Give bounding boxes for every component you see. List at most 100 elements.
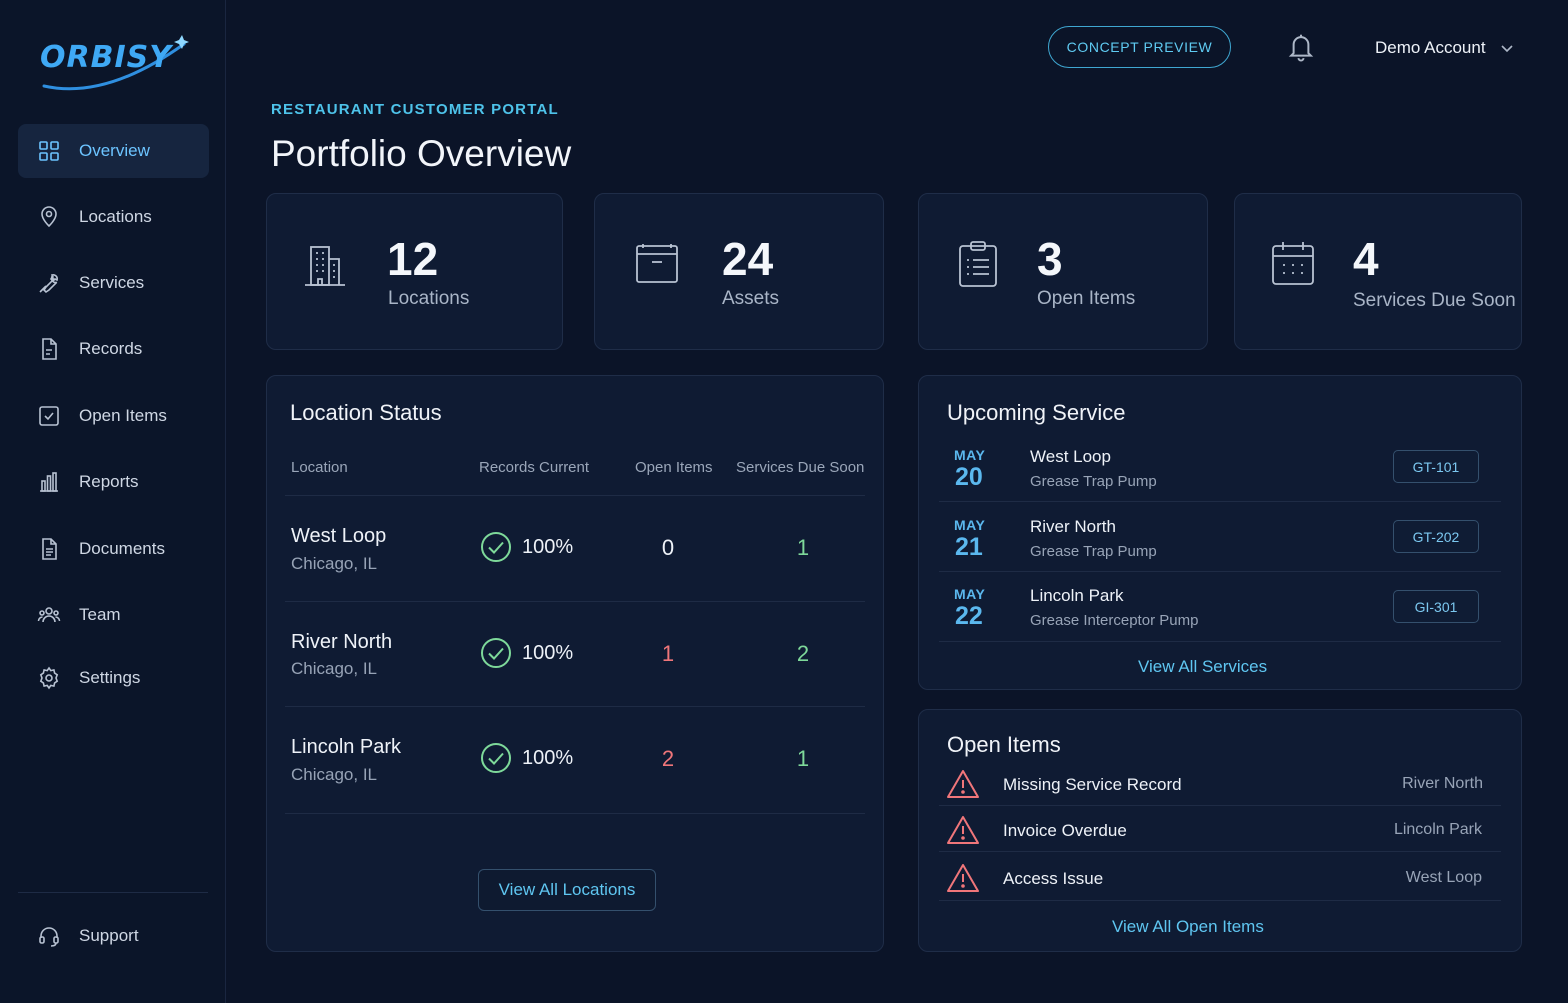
divider [939,805,1501,806]
panel-title: Upcoming Service [947,400,1126,425]
warning-icon [947,864,979,892]
stat-card-services-due[interactable]: 4 Services Due Soon [1234,193,1522,350]
grid-icon [37,139,61,163]
sidebar-item-reports[interactable]: Reports [18,455,209,509]
location-name: West Loop [291,525,387,547]
page-eyebrow: RESTAURANT CUSTOMER PORTAL [271,101,559,118]
location-name: Lincoln Park [291,736,402,758]
location-status-panel: Location Status Location Records Current… [266,375,884,952]
wrench-icon [37,271,61,295]
view-all-open-items-link[interactable]: View All Open Items [1112,917,1264,937]
stat-label: Locations [388,288,470,309]
panel-title: Location Status [290,400,442,425]
document-icon [37,537,61,561]
brand-logo[interactable]: ORBISY [36,30,196,96]
sidebar-item-label: Open Items [79,406,167,425]
sidebar-item-label: Settings [79,668,141,687]
account-menu[interactable]: Demo Account [1375,36,1514,60]
team-icon [37,603,61,627]
open-item-location: West Loop [1405,869,1482,886]
divider [939,851,1501,852]
sidebar: ORBISY Overview Locations Services Recor… [0,0,226,1003]
column-header-services-due: Services Due Soon [736,459,865,476]
panel-title: Open Items [947,732,1061,757]
records-current-value: 100% [522,642,574,664]
calendar-icon [1272,242,1314,285]
stat-card-assets[interactable]: 24 Assets [594,193,884,350]
check-circle-icon [481,638,511,668]
stat-label: Assets [722,288,780,309]
records-current-value: 100% [522,536,574,558]
sidebar-item-records[interactable]: Records [18,322,209,376]
notifications-bell-icon[interactable] [1286,31,1316,63]
divider [285,813,865,814]
view-all-services-link[interactable]: View All Services [1138,657,1267,677]
sidebar-item-services[interactable]: Services [18,256,209,310]
sidebar-item-locations[interactable]: Locations [18,190,209,244]
service-month: MAY [954,517,986,533]
sidebar-item-label: Reports [79,472,139,491]
gear-icon [37,666,61,690]
concept-preview-badge[interactable]: CONCEPT PREVIEW [1048,26,1231,68]
stat-card-locations[interactable]: 12 Locations [266,193,563,350]
open-item-location: Lincoln Park [1393,821,1482,838]
checkbox-icon [37,404,61,428]
sidebar-item-documents[interactable]: Documents [18,522,209,576]
service-type: Grease Trap Pump [1030,543,1157,560]
open-items-count: 1 [661,641,675,666]
records-current-value: 100% [522,747,574,769]
upcoming-service-panel: Upcoming Service MAY 20 West Loop Grease… [918,375,1522,690]
building-icon [305,246,345,286]
service-month: MAY [954,586,986,602]
headset-icon [37,924,61,948]
asset-tag[interactable]: GI-301 [1393,590,1479,623]
column-header-open-items: Open Items [635,459,713,476]
sidebar-item-support[interactable]: Support [18,909,209,963]
stat-label: Services Due Soon [1353,290,1516,311]
stat-value: 4 [1353,233,1379,285]
sidebar-item-settings[interactable]: Settings [18,651,209,705]
services-due-count: 1 [796,535,810,560]
service-day: 22 [955,602,983,630]
sidebar-item-overview[interactable]: Overview [18,124,209,178]
sidebar-item-label: Records [79,339,143,358]
sidebar-item-label: Team [79,605,121,624]
location-city: Chicago, IL [291,659,377,678]
warning-icon [947,770,979,798]
service-location: Lincoln Park [1030,586,1124,605]
open-item-name: Missing Service Record [1003,775,1182,794]
service-day: 21 [955,533,983,561]
account-name: Demo Account [1375,38,1486,57]
divider [939,900,1501,901]
sidebar-item-team[interactable]: Team [18,588,209,642]
services-due-count: 2 [796,641,810,666]
sidebar-item-label: Services [79,273,145,292]
divider [285,495,865,496]
brand-name: ORBISY [40,40,172,75]
bar-chart-icon [37,470,61,494]
divider [939,571,1501,572]
sidebar-item-label: Support [79,926,139,945]
asset-tag[interactable]: GT-101 [1393,450,1479,483]
check-circle-icon [481,743,511,773]
divider [285,706,865,707]
clipboard-icon [959,241,997,287]
open-items-count: 2 [661,746,675,771]
service-month: MAY [954,447,986,463]
service-type: Grease Trap Pump [1030,473,1157,490]
map-pin-icon [37,205,61,229]
asset-tag[interactable]: GT-202 [1393,520,1479,553]
services-due-count: 1 [796,746,810,771]
location-name: River North [291,631,393,653]
file-icon [37,337,61,361]
warning-icon [947,816,979,844]
divider [939,501,1501,502]
sidebar-item-open-items[interactable]: Open Items [18,389,209,443]
location-city: Chicago, IL [291,765,377,784]
stat-value: 24 [722,233,774,285]
archive-box-icon [636,244,678,283]
open-item-name: Invoice Overdue [1003,821,1127,840]
open-item-location: River North [1402,775,1483,792]
stat-card-open-items[interactable]: 3 Open Items [918,193,1208,350]
view-all-locations-button[interactable]: View All Locations [478,869,656,911]
